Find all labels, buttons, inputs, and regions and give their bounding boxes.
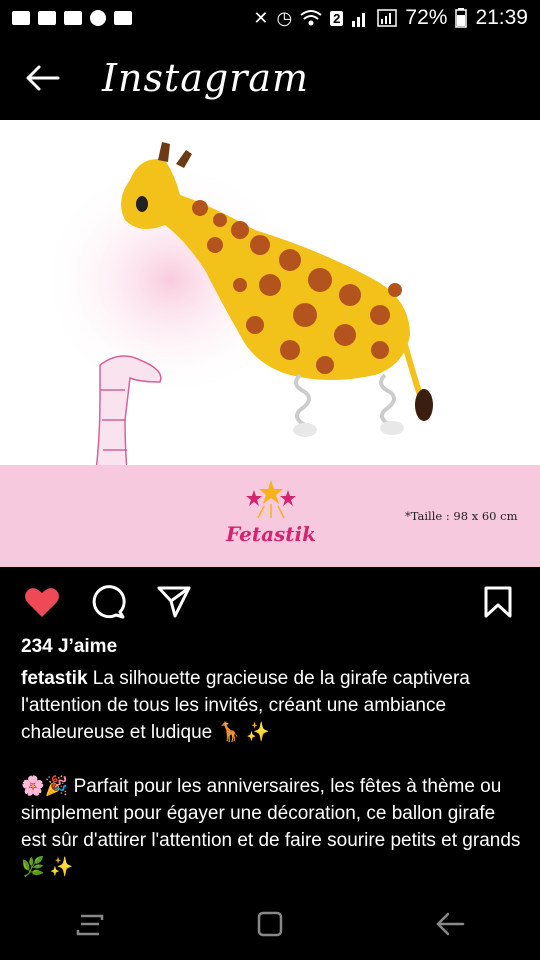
send-icon[interactable] <box>152 580 196 624</box>
app-title: Instagram <box>102 56 310 100</box>
caption-paragraph-2: 🌸🎉 Parfait pour les anniversaires, les f… <box>21 776 521 878</box>
alarm-icon: ◷ <box>276 8 293 28</box>
status-bar: ✕ ◷ 2 72% 21:39 <box>0 0 540 36</box>
battery-percent: 72% <box>405 6 448 29</box>
app-header: Instagram <box>0 40 540 116</box>
wifi-icon <box>300 10 322 26</box>
whatsapp-icon <box>90 10 106 26</box>
status-left <box>12 10 132 26</box>
bookmark-icon[interactable] <box>476 580 520 624</box>
signal-icon <box>352 13 366 27</box>
caption-paragraph: fetastik La silhouette gracieuse de la g… <box>21 665 521 746</box>
recent-apps-icon[interactable] <box>60 899 120 949</box>
brand-name: Fetastik <box>226 522 316 546</box>
post-actions <box>0 580 540 624</box>
message-icon <box>64 11 82 25</box>
message-icon <box>38 11 56 25</box>
clock: 21:39 <box>475 6 528 29</box>
size-note: *Taille : 98 x 60 cm <box>405 509 518 523</box>
heart-icon[interactable] <box>20 580 64 624</box>
system-nav-bar <box>0 888 540 960</box>
comment-icon[interactable] <box>86 580 130 624</box>
post-caption: fetastik La silhouette gracieuse de la g… <box>21 665 521 881</box>
post-image[interactable]: Fetastik *Taille : 98 x 60 cm <box>0 120 540 567</box>
status-right: ✕ ◷ 2 72% 21:39 <box>253 6 528 30</box>
gallery-icon <box>114 11 132 25</box>
sim-badge: 2 <box>330 10 344 26</box>
back-icon[interactable] <box>420 899 480 949</box>
message-icon <box>12 11 30 25</box>
caption-text: La silhouette gracieuse de la girafe cap… <box>21 668 470 743</box>
home-icon[interactable] <box>240 899 300 949</box>
battery-icon <box>455 8 468 28</box>
signal-icon <box>377 9 398 27</box>
likes-count[interactable]: 234 J’aime <box>21 636 117 658</box>
back-arrow-icon[interactable] <box>22 58 62 98</box>
brand-logo: Fetastik <box>226 478 316 554</box>
mute-icon: ✕ <box>253 8 269 28</box>
username[interactable]: fetastik <box>21 668 88 689</box>
